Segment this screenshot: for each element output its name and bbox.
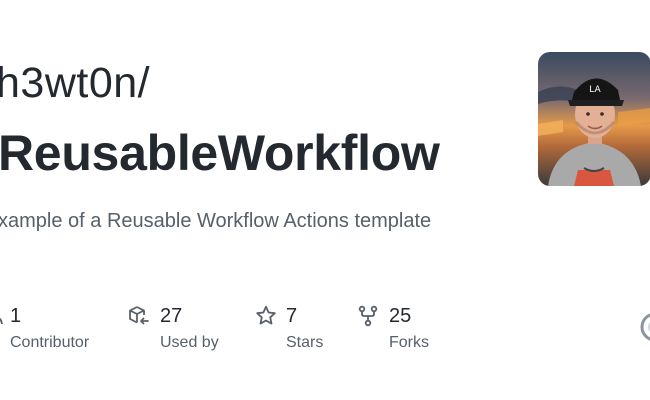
repo-stats: 1 Contributor 27 Used by 7 Stars 25 Fork… <box>0 300 650 370</box>
avatar-photo-icon: LA <box>538 52 650 186</box>
repo-forked-icon <box>356 304 380 328</box>
star-icon <box>254 304 278 328</box>
owner-avatar[interactable]: LA <box>538 52 650 186</box>
stat-value: 1 <box>10 305 22 327</box>
repo-owner[interactable]: h3wt0n/ <box>0 62 150 105</box>
stat-value: 7 <box>286 305 298 327</box>
github-logo-icon <box>640 312 650 342</box>
stat-used-by[interactable]: 27 Used by <box>127 300 257 360</box>
stat-value: 27 <box>160 305 183 327</box>
stat-label: Used by <box>160 334 219 351</box>
repo-social-card: h3wt0n/ ReusableWorkflow xample of a Reu… <box>0 0 650 400</box>
repo-description: xample of a Reusable Workflow Actions te… <box>0 210 432 232</box>
stat-stars[interactable]: 7 Stars <box>254 300 364 360</box>
stat-forks[interactable]: 25 Forks <box>356 300 466 360</box>
package-dependents-icon <box>127 304 151 328</box>
stat-value: 25 <box>389 305 412 327</box>
repo-name[interactable]: ReusableWorkflow <box>0 128 440 178</box>
stat-contributors[interactable]: 1 Contributor <box>0 300 116 360</box>
stat-label: Stars <box>286 334 324 351</box>
stat-label: Forks <box>389 334 429 351</box>
stat-label: Contributor <box>10 334 90 351</box>
svg-text:LA: LA <box>589 85 601 95</box>
people-icon <box>0 304 10 328</box>
